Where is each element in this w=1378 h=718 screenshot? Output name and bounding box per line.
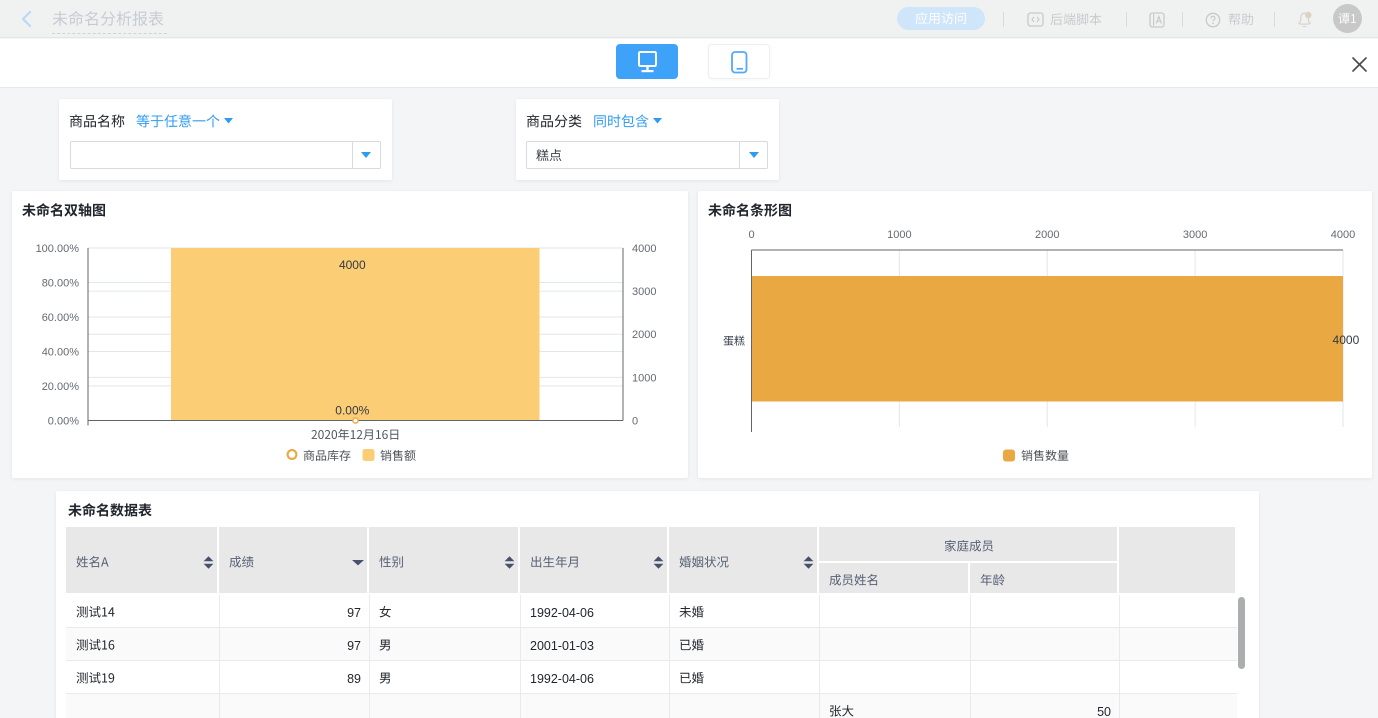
svg-text:2000: 2000 <box>1035 229 1059 241</box>
svg-text:60.00%: 60.00% <box>42 312 80 324</box>
svg-text:0: 0 <box>632 416 638 428</box>
svg-text:4000: 4000 <box>1331 229 1355 241</box>
svg-text:4000: 4000 <box>632 243 656 255</box>
svg-text:20.00%: 20.00% <box>42 381 80 393</box>
svg-text:4000: 4000 <box>1333 333 1360 347</box>
svg-text:0.00%: 0.00% <box>48 416 79 428</box>
svg-text:40.00%: 40.00% <box>42 347 80 359</box>
svg-text:100.00%: 100.00% <box>36 243 80 255</box>
svg-text:0: 0 <box>748 229 754 241</box>
svg-text:1000: 1000 <box>632 372 656 384</box>
svg-text:80.00%: 80.00% <box>42 278 80 290</box>
svg-text:0.00%: 0.00% <box>335 404 369 418</box>
svg-text:2000: 2000 <box>632 329 656 341</box>
svg-text:3000: 3000 <box>1183 229 1207 241</box>
svg-text:3000: 3000 <box>632 286 656 298</box>
svg-text:4000: 4000 <box>339 258 366 272</box>
svg-text:1000: 1000 <box>887 229 911 241</box>
